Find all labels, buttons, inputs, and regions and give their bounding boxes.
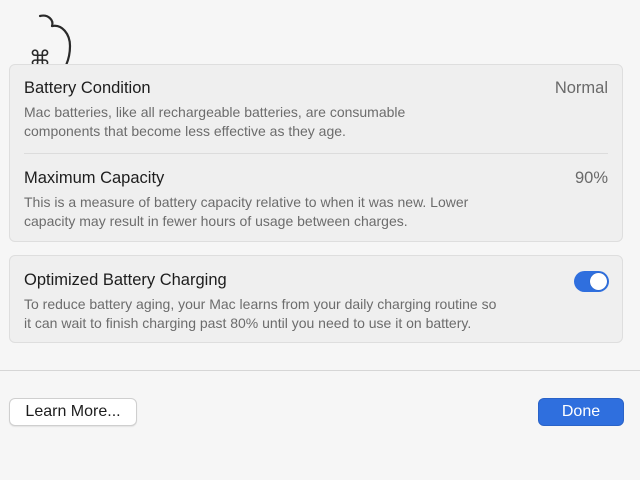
toggle-knob xyxy=(590,273,607,290)
optimized-charging-description-line: it can wait to finish charging past 80% … xyxy=(24,315,472,331)
footer-separator xyxy=(0,370,640,371)
battery-condition-description-line: components that become less effective as… xyxy=(24,123,346,139)
optimized-charging-panel: Optimized Battery Charging To reduce bat… xyxy=(9,255,623,343)
battery-condition-title: Battery Condition xyxy=(24,79,151,97)
maximum-capacity-row: Maximum Capacity 90% This is a measure o… xyxy=(24,169,608,239)
section-divider xyxy=(24,153,608,154)
optimized-charging-toggle[interactable] xyxy=(574,271,609,292)
maximum-capacity-description-line: This is a measure of battery capacity re… xyxy=(24,194,469,210)
maximum-capacity-value: 90% xyxy=(574,169,608,187)
optimized-charging-description-line: To reduce battery aging, your Mac learns… xyxy=(24,296,497,312)
done-button[interactable]: Done xyxy=(538,398,624,426)
maximum-capacity-description-line: capacity may result in fewer hours of us… xyxy=(24,213,408,229)
optimized-charging-description: To reduce battery aging, your Mac learns… xyxy=(24,295,584,333)
optimized-charging-title: Optimized Battery Charging xyxy=(24,271,227,289)
battery-health-panel: Battery Condition Normal Mac batteries, … xyxy=(9,64,623,242)
battery-condition-description: Mac batteries, like all rechargeable bat… xyxy=(24,103,564,141)
maximum-capacity-description: This is a measure of battery capacity re… xyxy=(24,193,564,231)
optimized-charging-row: Optimized Battery Charging To reduce bat… xyxy=(24,271,608,341)
maximum-capacity-title: Maximum Capacity xyxy=(24,169,165,187)
battery-condition-description-line: Mac batteries, like all rechargeable bat… xyxy=(24,104,406,120)
battery-condition-row: Battery Condition Normal Mac batteries, … xyxy=(24,79,608,149)
learn-more-button[interactable]: Learn More... xyxy=(9,398,137,426)
battery-condition-value: Normal xyxy=(554,79,608,97)
